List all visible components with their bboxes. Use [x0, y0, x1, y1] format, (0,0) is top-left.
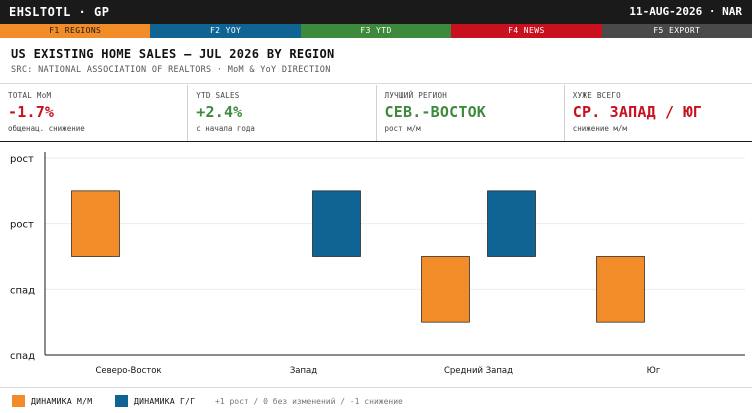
metric-subtext: снижение м/м	[572, 124, 627, 133]
legend-label-mom: ДИНАМИКА М/М	[31, 397, 93, 406]
bar-mom-2	[421, 256, 470, 323]
x-tick-label: Юг	[647, 366, 661, 376]
page-title: US EXISTING HOME SALES — JUL 2026 BY REG…	[11, 47, 335, 61]
legend: ДИНАМИКА М/М ДИНАМИКА Г/Г +1 рост / 0 бе…	[0, 387, 752, 413]
metric-total-mom: TOTAL MoM -1.7% общенац. снижение	[0, 85, 189, 141]
tab-export[interactable]: F5 EXPORT	[601, 24, 752, 38]
metric-best-region: ЛУЧШИЙ РЕГИОН СЕВ.-ВОСТОК рост м/м	[377, 85, 565, 141]
metric-value: СР. ЗАПАД / ЮГ	[572, 103, 702, 121]
bar-mom-3	[596, 256, 645, 323]
metrics-strip: TOTAL MoM -1.7% общенац. снижение YTD SA…	[0, 85, 752, 142]
metric-value: СЕВ.-ВОСТОК	[384, 103, 487, 121]
y-tick-label: спад	[10, 285, 35, 296]
legend-label-yoy: ДИНАМИКА Г/Г	[134, 397, 196, 406]
tab-regions[interactable]: F1 REGIONS	[0, 24, 151, 38]
chart-header: US EXISTING HOME SALES — JUL 2026 BY REG…	[0, 38, 752, 84]
x-tick-label: Северо-Восток	[95, 366, 161, 376]
metric-worst-region: ХУЖЕ ВСЕГО СР. ЗАПАД / ЮГ снижение м/м	[565, 85, 752, 141]
metric-subtext: общенац. снижение	[8, 124, 85, 133]
tab-ytd[interactable]: F3 YTD	[300, 24, 452, 38]
y-tick-label: рост	[10, 154, 34, 165]
metric-label: TOTAL MoM	[8, 91, 52, 100]
metric-label: YTD SALES	[196, 91, 240, 100]
top-bar: EHSLTOTL · GP 11-AUG-2026 · NAR	[0, 0, 752, 24]
bar-mom-0	[71, 190, 120, 257]
bar-yoy-2	[487, 190, 536, 257]
metric-subtext: с начала года	[196, 124, 255, 133]
metric-label: ХУЖЕ ВСЕГО	[572, 91, 621, 100]
ticker-label: EHSLTOTL · GP	[9, 5, 110, 19]
region-direction-chart: рост рост спад спад Северо-Восток Запад Средни…	[0, 142, 752, 386]
metric-value: -1.7%	[8, 103, 55, 121]
legend-swatch-yoy	[115, 395, 128, 407]
tab-yoy[interactable]: F2 YOY	[150, 24, 301, 38]
metric-label: ЛУЧШИЙ РЕГИОН	[384, 91, 448, 100]
x-tick-label: Средний Запад	[444, 366, 513, 376]
legend-note: +1 рост / 0 без изменений / -1 снижение	[215, 397, 403, 406]
chart-canvas: рост рост спад спад Северо-Восток Запад Средни…	[10, 152, 745, 376]
x-tick-label: Запад	[290, 366, 317, 376]
page-subtitle: SRC: NATIONAL ASSOCIATION OF REALTORS · …	[11, 65, 331, 75]
function-key-bar: F1 REGIONS F2 YOY F3 YTD F4 NEWS F5 EXPO…	[0, 24, 752, 38]
y-tick-label: спад	[10, 351, 35, 362]
bar-yoy-1	[312, 190, 361, 257]
date-label: 11-AUG-2026 · NAR	[629, 5, 742, 18]
metric-ytd-sales: YTD SALES +2.4% с начала года	[188, 85, 377, 141]
y-tick-label: рост	[10, 220, 34, 231]
legend-swatch-mom	[12, 395, 25, 407]
metric-value: +2.4%	[196, 103, 243, 121]
metric-subtext: рост м/м	[384, 124, 421, 133]
tab-news[interactable]: F4 NEWS	[451, 24, 602, 38]
